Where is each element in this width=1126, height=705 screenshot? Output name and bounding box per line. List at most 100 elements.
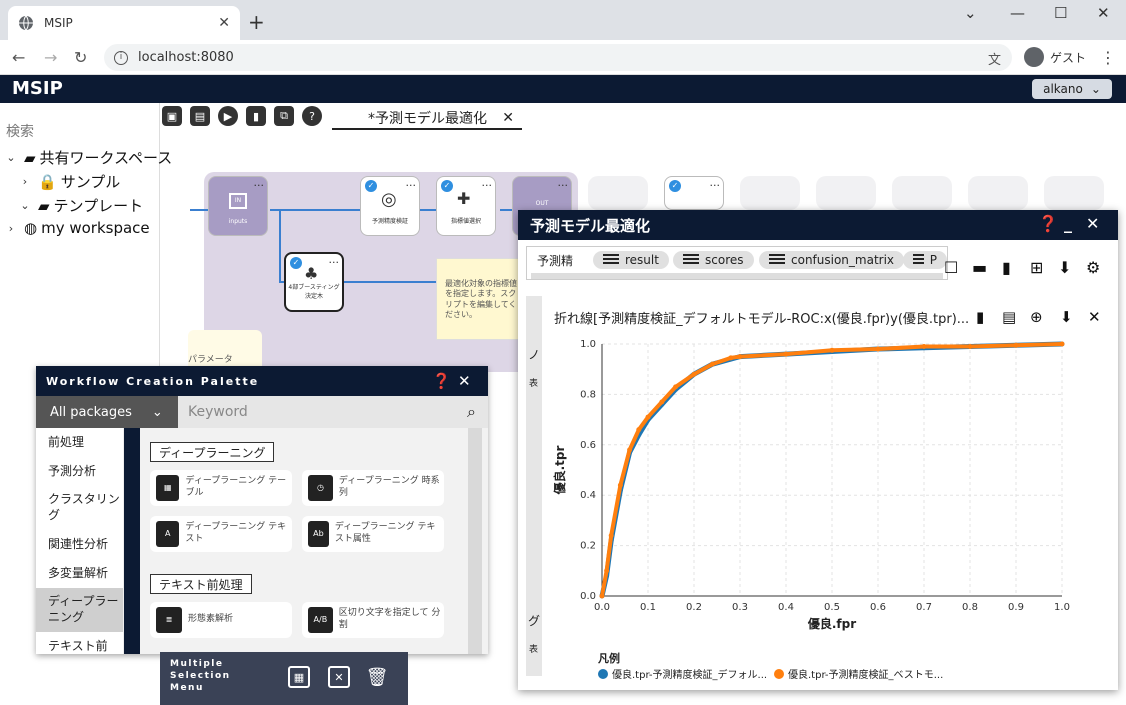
close-tab-icon[interactable]: ✕: [218, 15, 230, 31]
category-item-selected[interactable]: ディープラーニング: [36, 588, 123, 632]
deselect-icon[interactable]: ✕: [328, 666, 350, 688]
result-tab[interactable]: 予測精: [537, 251, 573, 269]
data-point: [829, 347, 835, 353]
side-panel-strip[interactable]: ノ 表 グ 表: [526, 296, 542, 676]
grid-layout-icon[interactable]: ⊞: [1030, 258, 1043, 277]
url-field[interactable]: i localhost:8080: [104, 44, 1012, 71]
workflow-tab[interactable]: *予測モデル最適化 ✕: [332, 108, 522, 130]
palette-item[interactable]: ≣ 形態素解析: [150, 602, 292, 638]
palette-item[interactable]: A/B 区切り文字を指定して 分割: [302, 602, 444, 638]
deep-learning-table-icon: ▦: [156, 475, 180, 501]
help-icon[interactable]: ❓: [1038, 214, 1058, 233]
result-tab[interactable]: P: [903, 251, 947, 269]
single-layout-icon[interactable]: ☐: [944, 258, 958, 277]
tree-item-shared[interactable]: ⌄ ▰ 共有ワークスペース: [4, 147, 172, 168]
close-icon[interactable]: ✕: [458, 372, 473, 390]
more-icon[interactable]: ···: [329, 256, 340, 269]
info-icon[interactable]: i: [114, 50, 128, 65]
tab-scrollbar[interactable]: [531, 273, 943, 279]
copy-icon[interactable]: ⧉: [274, 106, 294, 126]
horizontal-split-icon[interactable]: ▬: [972, 258, 987, 277]
palette-body: ディープラーニング ▦ ディープラーニング テーブル ◷ ディープラーニング 時…: [140, 428, 488, 654]
chevron-down-icon[interactable]: ⌄: [964, 4, 977, 22]
browser-tab[interactable]: MSIP ✕: [8, 6, 240, 40]
tree-item-label: テンプレート: [53, 197, 144, 215]
palette-item[interactable]: A ディープラーニング テキスト: [150, 516, 292, 552]
chevron-down-icon[interactable]: ⌄: [18, 199, 32, 212]
category-item[interactable]: 関連性分析: [36, 530, 123, 559]
result-tab[interactable]: confusion_matrix: [759, 251, 905, 269]
workflow-node-table[interactable]: ✓ ···: [664, 176, 724, 210]
category-item[interactable]: 前処理: [36, 428, 123, 457]
close-window-icon[interactable]: ✕: [1097, 4, 1110, 22]
palette-item-label: ディープラーニング テキスト: [185, 522, 287, 544]
tree-item-template[interactable]: ⌄ ▰ テンプレート: [18, 195, 143, 216]
save-icon[interactable]: ▣: [162, 106, 182, 126]
more-icon[interactable]: ···: [254, 179, 265, 192]
category-item[interactable]: 予測分析: [36, 457, 123, 486]
tree-item-sample[interactable]: › 🔒 サンプル: [18, 171, 120, 192]
save-as-icon[interactable]: ▤: [190, 106, 210, 126]
category-item[interactable]: テキスト前: [36, 632, 123, 661]
result-tab[interactable]: scores: [673, 251, 754, 269]
keyword-input[interactable]: Keyword ⌕: [178, 396, 488, 428]
minimize-icon[interactable]: —: [1010, 4, 1025, 22]
back-icon[interactable]: ←: [12, 48, 25, 67]
more-icon[interactable]: ···: [710, 179, 721, 192]
legend-item[interactable]: 優良.tpr-予測精度検証_デフォル...: [598, 666, 767, 681]
help-icon[interactable]: ❓: [432, 372, 453, 390]
search-icon[interactable]: ⌕: [467, 402, 476, 422]
close-icon[interactable]: ✕: [1086, 214, 1099, 233]
trash-icon[interactable]: 🗑: [366, 666, 389, 688]
download-icon[interactable]: ⬇: [1058, 258, 1071, 277]
gear-icon[interactable]: ⚙: [1086, 258, 1100, 277]
side-label: 表: [529, 645, 539, 655]
y-tick-label: 0.6: [580, 440, 596, 451]
bar-chart-icon[interactable]: ▮: [976, 308, 984, 326]
chevron-down-icon[interactable]: ⌄: [4, 151, 18, 164]
more-icon[interactable]: ···: [482, 179, 493, 192]
legend-item[interactable]: 優良.tpr-予測精度検証_ベストモ...: [774, 666, 943, 681]
help-icon[interactable]: ?: [302, 106, 322, 126]
vertical-split-icon[interactable]: ▮: [1002, 258, 1011, 277]
chart-icon[interactable]: ▮: [246, 106, 266, 126]
maximize-icon[interactable]: ☐: [1054, 4, 1067, 22]
category-item[interactable]: 多変量解析: [36, 559, 123, 588]
menu-icon[interactable]: ⋮: [1100, 48, 1116, 67]
minimize-icon[interactable]: _: [1064, 214, 1072, 233]
tree-search-label[interactable]: 検索: [6, 121, 34, 141]
user-menu-button[interactable]: alkano ⌄: [1032, 79, 1112, 99]
chevron-right-icon[interactable]: ›: [4, 222, 18, 235]
package-select[interactable]: All packages ⌄: [36, 396, 178, 428]
morphological-analysis-icon: ≣: [156, 607, 182, 633]
workflow-node-accuracy[interactable]: ✓ ··· ◎ 予測精度検証: [360, 176, 420, 236]
result-tab[interactable]: result: [593, 251, 669, 269]
profile-button[interactable]: ゲスト: [1024, 47, 1086, 67]
close-icon[interactable]: ✕: [502, 110, 514, 126]
download-icon[interactable]: ⬇: [1060, 308, 1073, 326]
tree-item-label: my workspace: [41, 219, 150, 237]
palette-item[interactable]: ▦ ディープラーニング テーブル: [150, 470, 292, 506]
forward-icon[interactable]: →: [44, 48, 57, 67]
tree-item-my-workspace[interactable]: › ◍ my workspace: [4, 219, 150, 237]
chevron-right-icon[interactable]: ›: [18, 175, 32, 188]
more-icon[interactable]: ···: [558, 179, 569, 192]
select-all-icon[interactable]: ▦: [288, 666, 310, 688]
more-icon[interactable]: ···: [406, 179, 417, 192]
palette-item[interactable]: Ab ディープラーニング テキスト属性: [302, 516, 444, 552]
category-item[interactable]: クラスタリング: [36, 486, 123, 530]
zoom-in-icon[interactable]: ⊕: [1030, 308, 1043, 326]
reload-icon[interactable]: ↻: [74, 48, 87, 67]
close-icon[interactable]: ✕: [1088, 308, 1101, 326]
workflow-node-metric[interactable]: ✓ ··· ✚ 指標値選択: [436, 176, 496, 236]
table-settings-icon[interactable]: ▤: [1002, 308, 1016, 326]
new-tab-icon[interactable]: +: [248, 10, 265, 34]
run-icon[interactable]: ▶: [218, 106, 238, 126]
translate-icon[interactable]: 文: [988, 49, 1001, 68]
legend-label: 優良.tpr-予測精度検証_ベストモ...: [788, 670, 944, 681]
workflow-node-inputs[interactable]: ··· IN inputs: [208, 176, 268, 236]
workflow-node-boosting[interactable]: ✓ ··· ♣ 4部ブースティング決定木: [284, 252, 344, 312]
table-icon: [683, 254, 699, 266]
palette-scrollbar[interactable]: [468, 428, 482, 654]
palette-item[interactable]: ◷ ディープラーニング 時系列: [302, 470, 444, 506]
